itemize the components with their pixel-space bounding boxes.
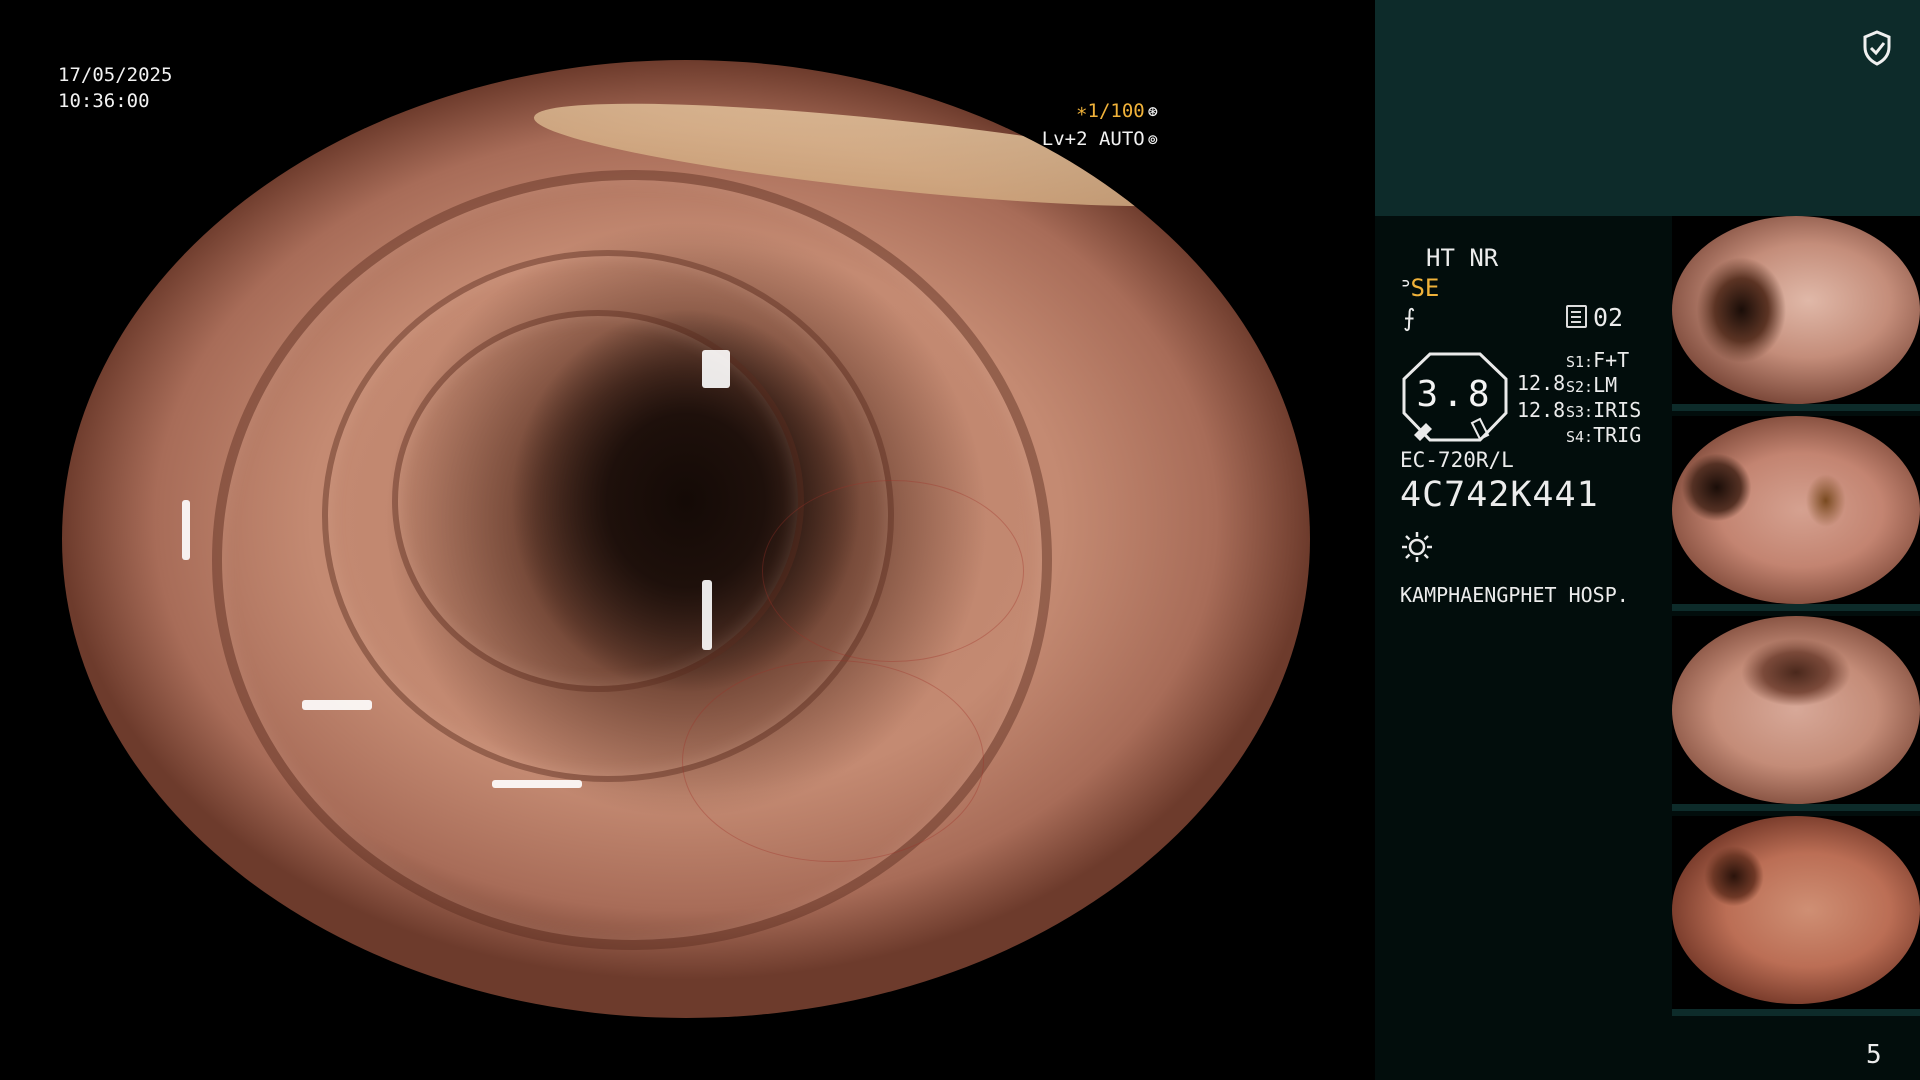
thumbnail-caption-bar — [1672, 1009, 1920, 1016]
switch-key: S3: — [1566, 403, 1594, 421]
thumbnail-2[interactable] — [1672, 416, 1920, 611]
switch-value: F+T — [1593, 348, 1630, 372]
image-mode-label: HT NR — [1426, 244, 1499, 272]
shutter-speed-readout: ∗1/100 ⊛ — [1076, 98, 1158, 125]
shutter-text: ∗1/100 — [1076, 100, 1145, 122]
vessel — [682, 660, 984, 862]
memory-count: 02 — [1566, 303, 1623, 332]
date-text: 17/05/2025 — [58, 64, 173, 86]
zoom-value-b: 12.8 — [1517, 398, 1566, 422]
scope-serial: 4C742K441 — [1400, 475, 1599, 515]
thumbnail-3[interactable] — [1672, 616, 1920, 811]
panel-header — [1375, 0, 1920, 216]
switch-key: S4: — [1566, 428, 1594, 446]
zoom-value-a: 12.8 — [1517, 371, 1566, 395]
sun-icon — [1402, 532, 1432, 562]
thumbnail-caption-bar — [1672, 404, 1920, 411]
level-text: Lv+2 AUTO — [1041, 128, 1145, 150]
switch-key: S1: — [1566, 353, 1594, 371]
specular-highlight — [702, 350, 730, 388]
memory-icon — [1566, 305, 1587, 328]
iris-icon: ⊚ — [1147, 130, 1158, 150]
switch-key: S2: — [1566, 378, 1594, 396]
zoom-value: 3.8 — [1416, 374, 1494, 415]
switch-2: S2:LM — [1566, 373, 1617, 397]
vessel — [762, 480, 1024, 662]
specular-highlight — [302, 700, 372, 710]
thumbnail-image — [1672, 216, 1920, 404]
structure-enhance-label: ᐣSE — [1401, 274, 1439, 302]
switch-4: S4:TRIG — [1566, 423, 1641, 447]
thumbnail-image — [1672, 416, 1920, 604]
specular-highlight — [182, 500, 190, 560]
specular-highlight — [492, 780, 582, 788]
specular-highlight — [702, 580, 712, 650]
aperture-icon: ⊛ — [1147, 102, 1158, 122]
hospital-name: KAMPHAENGPHET HOSP. — [1400, 583, 1629, 607]
switch-value: TRIG — [1593, 423, 1642, 447]
switch-3: S3:IRIS — [1566, 398, 1641, 422]
switch-value: IRIS — [1593, 398, 1642, 422]
page-number: 5 — [1866, 1040, 1882, 1070]
structure-mode-text: SE — [1410, 274, 1440, 302]
date-time-display: 17/05/2025 10:36:00 — [58, 62, 172, 114]
thumbnail-1[interactable] — [1672, 216, 1920, 411]
shield-check-icon — [1863, 30, 1891, 66]
thumbnail-image — [1672, 816, 1920, 1004]
enhance-icon: ⨍ — [1403, 304, 1416, 332]
switch-1: S1:F+T — [1566, 348, 1629, 372]
brightness-level-readout: Lv+2 AUTO ⊚ — [1042, 126, 1158, 153]
switch-value: LM — [1593, 373, 1618, 397]
time-text: 10:36:00 — [58, 90, 150, 112]
thumbnail-4[interactable] — [1672, 816, 1920, 1016]
thumbnail-image — [1672, 616, 1920, 804]
endoscopic-video — [62, 60, 1310, 1018]
thumbnail-caption-bar — [1672, 604, 1920, 611]
memory-count-text: 02 — [1593, 303, 1624, 332]
scope-model: EC-720R/L — [1400, 448, 1514, 472]
thumbnail-caption-bar — [1672, 804, 1920, 811]
